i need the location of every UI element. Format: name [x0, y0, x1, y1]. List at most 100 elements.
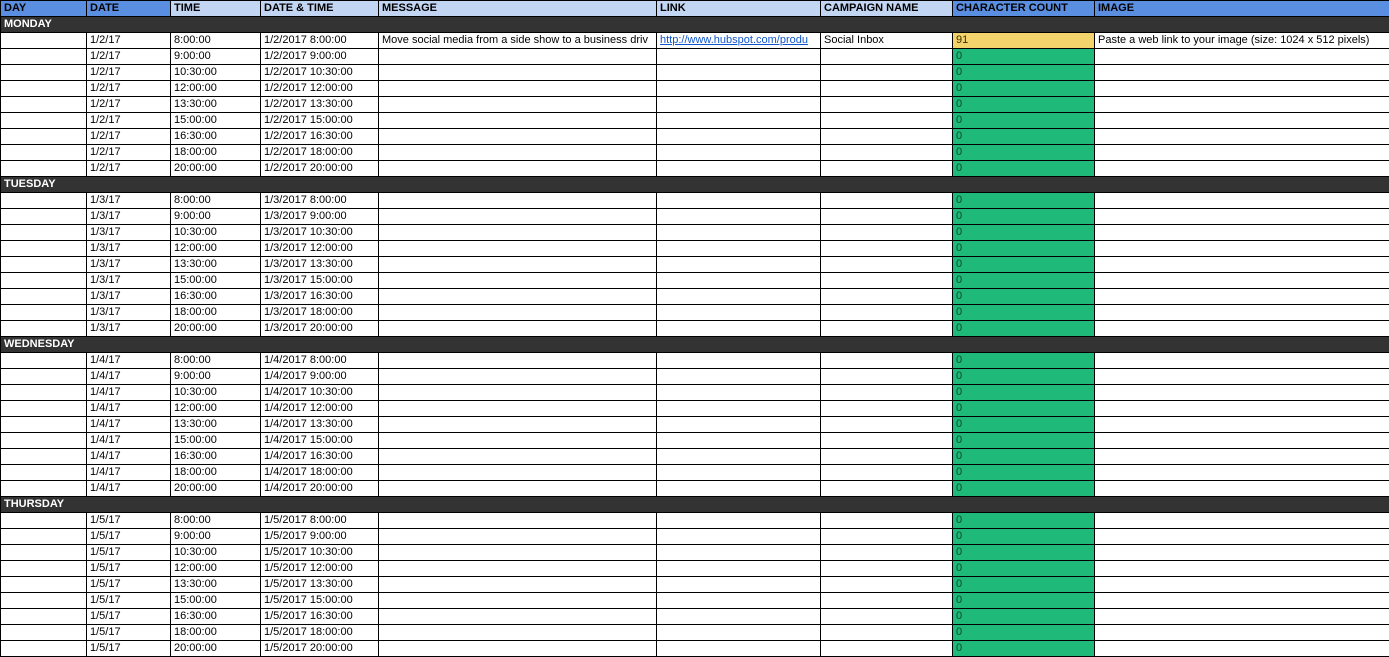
cell-date[interactable]: 1/2/17: [87, 129, 171, 145]
cell-date[interactable]: 1/5/17: [87, 625, 171, 641]
cell-link[interactable]: [657, 561, 821, 577]
cell-day[interactable]: [1, 33, 87, 49]
cell-link[interactable]: [657, 545, 821, 561]
cell-date[interactable]: 1/5/17: [87, 641, 171, 657]
cell-date[interactable]: 1/3/17: [87, 321, 171, 337]
cell-message[interactable]: [379, 97, 657, 113]
cell-link[interactable]: [657, 49, 821, 65]
table-row[interactable]: 1/5/178:00:001/5/2017 8:00:000: [1, 513, 1389, 529]
cell-day[interactable]: [1, 561, 87, 577]
cell-charcount[interactable]: 0: [953, 561, 1095, 577]
cell-campaign[interactable]: [821, 145, 953, 161]
cell-day[interactable]: [1, 401, 87, 417]
cell-image[interactable]: [1095, 609, 1389, 625]
header-message[interactable]: MESSAGE: [379, 1, 657, 17]
cell-date[interactable]: 1/5/17: [87, 529, 171, 545]
cell-datetime[interactable]: 1/5/2017 10:30:00: [261, 545, 379, 561]
cell-datetime[interactable]: 1/5/2017 13:30:00: [261, 577, 379, 593]
cell-message[interactable]: [379, 529, 657, 545]
cell-campaign[interactable]: [821, 433, 953, 449]
cell-day[interactable]: [1, 65, 87, 81]
cell-image[interactable]: [1095, 593, 1389, 609]
cell-datetime[interactable]: 1/3/2017 18:00:00: [261, 305, 379, 321]
cell-message[interactable]: [379, 577, 657, 593]
cell-date[interactable]: 1/2/17: [87, 49, 171, 65]
cell-image[interactable]: [1095, 577, 1389, 593]
cell-link[interactable]: [657, 97, 821, 113]
cell-charcount[interactable]: 0: [953, 433, 1095, 449]
cell-datetime[interactable]: 1/3/2017 20:00:00: [261, 321, 379, 337]
cell-time[interactable]: 10:30:00: [171, 65, 261, 81]
cell-date[interactable]: 1/3/17: [87, 305, 171, 321]
cell-date[interactable]: 1/4/17: [87, 465, 171, 481]
cell-date[interactable]: 1/4/17: [87, 401, 171, 417]
cell-image[interactable]: [1095, 145, 1389, 161]
cell-message[interactable]: [379, 81, 657, 97]
cell-link[interactable]: [657, 625, 821, 641]
cell-day[interactable]: [1, 593, 87, 609]
cell-charcount[interactable]: 0: [953, 353, 1095, 369]
cell-date[interactable]: 1/4/17: [87, 353, 171, 369]
cell-message[interactable]: [379, 49, 657, 65]
cell-image[interactable]: [1095, 161, 1389, 177]
cell-message[interactable]: [379, 465, 657, 481]
cell-datetime[interactable]: 1/5/2017 18:00:00: [261, 625, 379, 641]
table-row[interactable]: 1/4/1710:30:001/4/2017 10:30:000: [1, 385, 1389, 401]
cell-message[interactable]: [379, 321, 657, 337]
cell-time[interactable]: 8:00:00: [171, 513, 261, 529]
cell-image[interactable]: [1095, 257, 1389, 273]
cell-day[interactable]: [1, 641, 87, 657]
cell-day[interactable]: [1, 385, 87, 401]
cell-time[interactable]: 13:30:00: [171, 417, 261, 433]
cell-link[interactable]: [657, 353, 821, 369]
table-row[interactable]: 1/4/178:00:001/4/2017 8:00:000: [1, 353, 1389, 369]
cell-charcount[interactable]: 0: [953, 401, 1095, 417]
cell-day[interactable]: [1, 145, 87, 161]
table-row[interactable]: 1/2/1720:00:001/2/2017 20:00:000: [1, 161, 1389, 177]
cell-time[interactable]: 16:30:00: [171, 449, 261, 465]
cell-image[interactable]: [1095, 241, 1389, 257]
cell-charcount[interactable]: 0: [953, 193, 1095, 209]
cell-message[interactable]: [379, 641, 657, 657]
cell-image[interactable]: [1095, 369, 1389, 385]
cell-day[interactable]: [1, 465, 87, 481]
link-anchor[interactable]: http://www.hubspot.com/produ: [660, 34, 808, 46]
cell-date[interactable]: 1/4/17: [87, 385, 171, 401]
cell-image[interactable]: [1095, 97, 1389, 113]
cell-image[interactable]: [1095, 113, 1389, 129]
cell-time[interactable]: 10:30:00: [171, 545, 261, 561]
cell-campaign[interactable]: [821, 401, 953, 417]
cell-link[interactable]: [657, 305, 821, 321]
header-date[interactable]: DATE: [87, 1, 171, 17]
cell-datetime[interactable]: 1/5/2017 8:00:00: [261, 513, 379, 529]
cell-time[interactable]: 12:00:00: [171, 401, 261, 417]
cell-link[interactable]: [657, 321, 821, 337]
cell-link[interactable]: [657, 385, 821, 401]
cell-charcount[interactable]: 0: [953, 209, 1095, 225]
cell-campaign[interactable]: [821, 65, 953, 81]
cell-image[interactable]: [1095, 625, 1389, 641]
cell-time[interactable]: 13:30:00: [171, 577, 261, 593]
cell-datetime[interactable]: 1/5/2017 16:30:00: [261, 609, 379, 625]
cell-campaign[interactable]: [821, 97, 953, 113]
cell-charcount[interactable]: 0: [953, 225, 1095, 241]
cell-charcount[interactable]: 0: [953, 449, 1095, 465]
cell-date[interactable]: 1/3/17: [87, 209, 171, 225]
cell-datetime[interactable]: 1/3/2017 16:30:00: [261, 289, 379, 305]
cell-charcount[interactable]: 0: [953, 593, 1095, 609]
table-row[interactable]: 1/3/1713:30:001/3/2017 13:30:000: [1, 257, 1389, 273]
cell-charcount[interactable]: 0: [953, 625, 1095, 641]
cell-charcount[interactable]: 0: [953, 545, 1095, 561]
cell-time[interactable]: 15:00:00: [171, 593, 261, 609]
cell-charcount[interactable]: 0: [953, 129, 1095, 145]
cell-day[interactable]: [1, 369, 87, 385]
cell-day[interactable]: [1, 545, 87, 561]
cell-campaign[interactable]: [821, 481, 953, 497]
cell-link[interactable]: [657, 289, 821, 305]
cell-campaign[interactable]: Social Inbox: [821, 33, 953, 49]
cell-campaign[interactable]: [821, 225, 953, 241]
cell-datetime[interactable]: 1/5/2017 9:00:00: [261, 529, 379, 545]
cell-link[interactable]: [657, 129, 821, 145]
cell-campaign[interactable]: [821, 289, 953, 305]
cell-time[interactable]: 9:00:00: [171, 369, 261, 385]
